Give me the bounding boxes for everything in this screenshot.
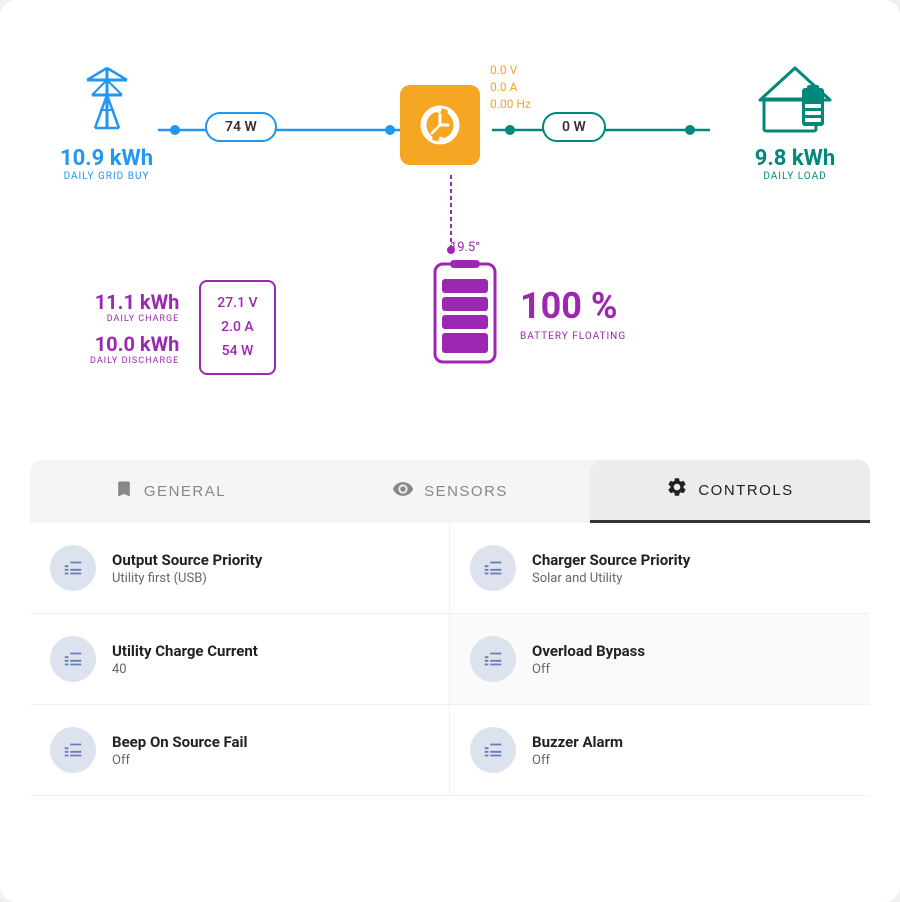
grid-icon [67, 60, 147, 140]
daily-discharge-value: 10.0 kWh [90, 332, 179, 356]
control-text-beep: Beep On Source Fail Off [112, 733, 247, 768]
battery-daily-stats: 11.1 kWh DAILY CHARGE 10.0 kWh DAILY DIS… [90, 290, 179, 366]
inverter-current: 0.0 A [490, 79, 531, 96]
control-output-source-priority[interactable]: Output Source Priority Utility first (US… [30, 523, 450, 614]
control-title-overload: Overload Bypass [532, 642, 645, 660]
control-beep-source-fail[interactable]: Beep On Source Fail Off [30, 705, 450, 796]
house-power-pill: 0 W [542, 112, 606, 142]
battery-readings-box: 27.1 V 2.0 A 54 W [199, 280, 275, 375]
control-charger-source-priority[interactable]: Charger Source Priority Solar and Utilit… [450, 523, 870, 614]
control-icon-beep [50, 727, 96, 773]
grid-power-pill: 74 W [205, 112, 277, 142]
control-overload-bypass[interactable]: Overload Bypass Off [450, 614, 870, 705]
bookmark-icon [114, 479, 134, 505]
energy-diagram: 10.9 kWh DAILY GRID BUY 74 W 0.0 V 0.0 A… [30, 30, 870, 450]
house-daily-value: 9.8 kWh [755, 146, 835, 171]
control-value-beep: Off [112, 753, 247, 768]
battery-percent-section: 100 % BATTERY FLOATING [520, 285, 626, 342]
daily-charge-value: 11.1 kWh [90, 290, 179, 314]
control-text-utility: Utility Charge Current 40 [112, 642, 258, 677]
tab-controls[interactable]: CONTROLS [590, 460, 870, 523]
control-icon-charger [470, 545, 516, 591]
house-icon [750, 60, 840, 140]
battery-current: 2.0 A [217, 316, 257, 340]
control-utility-charge-current[interactable]: Utility Charge Current 40 [30, 614, 450, 705]
control-value-charger: Solar and Utility [532, 571, 690, 586]
daily-charge-label: DAILY CHARGE [90, 314, 179, 324]
tab-sensors-label: SENSORS [424, 483, 508, 500]
control-buzzer-alarm[interactable]: Buzzer Alarm Off [450, 705, 870, 796]
tab-general-label: GENERAL [144, 483, 226, 500]
inverter-icon [418, 103, 462, 147]
grid-daily-value: 10.9 kWh [60, 146, 153, 171]
battery-temperature: 19.5° [430, 240, 500, 255]
inverter-frequency: 0.00 Hz [490, 96, 531, 113]
control-value-output: Utility first (USB) [112, 571, 262, 586]
tab-sensors[interactable]: SENSORS [310, 460, 590, 523]
control-title-beep: Beep On Source Fail [112, 733, 247, 751]
inverter-voltage: 0.0 V [490, 62, 531, 79]
battery-icon [430, 259, 500, 369]
control-title-charger: Charger Source Priority [532, 551, 690, 569]
gear-icon [666, 476, 688, 504]
tabs-row: GENERAL SENSORS CONTROLS [30, 460, 870, 523]
control-text-buzzer: Buzzer Alarm Off [532, 733, 623, 768]
main-card: 10.9 kWh DAILY GRID BUY 74 W 0.0 V 0.0 A… [0, 0, 900, 902]
controls-grid: Output Source Priority Utility first (US… [30, 523, 870, 796]
control-text-output: Output Source Priority Utility first (US… [112, 551, 262, 586]
control-value-buzzer: Off [532, 753, 623, 768]
control-text-charger: Charger Source Priority Solar and Utilit… [532, 551, 690, 586]
grid-daily-label: DAILY GRID BUY [64, 171, 150, 182]
control-title-buzzer: Buzzer Alarm [532, 733, 623, 751]
control-icon-overload [470, 636, 516, 682]
battery-power: 54 W [217, 340, 257, 364]
inverter-box [400, 85, 480, 165]
house-daily-label: DAILY LOAD [763, 171, 826, 182]
battery-voltage: 27.1 V [217, 292, 257, 316]
battery-percent: 100 % [520, 285, 626, 327]
control-value-overload: Off [532, 662, 645, 677]
battery-stats-section: 11.1 kWh DAILY CHARGE 10.0 kWh DAILY DIS… [90, 280, 276, 375]
control-text-overload: Overload Bypass Off [532, 642, 645, 677]
grid-section: 10.9 kWh DAILY GRID BUY [60, 60, 153, 182]
battery-status: BATTERY FLOATING [520, 331, 626, 342]
control-icon-output [50, 545, 96, 591]
control-icon-utility [50, 636, 96, 682]
tab-controls-label: CONTROLS [698, 482, 793, 499]
house-section: 9.8 kWh DAILY LOAD [750, 60, 840, 182]
tab-general[interactable]: GENERAL [30, 460, 310, 523]
control-title-output: Output Source Priority [112, 551, 262, 569]
control-icon-buzzer [470, 727, 516, 773]
control-value-utility: 40 [112, 662, 258, 677]
eye-icon [392, 478, 414, 506]
inverter-readings: 0.0 V 0.0 A 0.00 Hz [490, 62, 531, 112]
battery-icon-section: 19.5° [430, 240, 500, 373]
daily-discharge-label: DAILY DISCHARGE [90, 356, 179, 366]
control-title-utility: Utility Charge Current [112, 642, 258, 660]
